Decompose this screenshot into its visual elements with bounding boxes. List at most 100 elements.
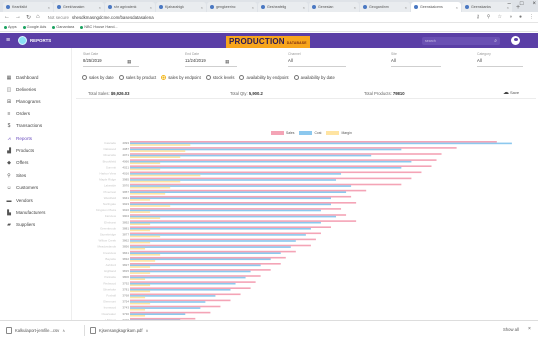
bar-cost[interactable]	[130, 252, 281, 254]
sidebar-item-deliveries[interactable]: ◫ Deliveries	[6, 85, 37, 94]
close-download-bar-icon[interactable]: ×	[528, 326, 531, 332]
bar-cost[interactable]	[130, 221, 321, 224]
bar-sales[interactable]	[130, 159, 437, 161]
bookmark-item[interactable]: NBC House Hand...	[80, 25, 118, 29]
bar-margin[interactable]	[130, 186, 171, 189]
bar-sales[interactable]	[130, 165, 432, 167]
bar-sales[interactable]	[130, 281, 256, 283]
browser-tab[interactable]: Geenskanks ×	[462, 2, 512, 12]
bar-margin[interactable]	[130, 315, 146, 317]
zoom-icon[interactable]: ⚲	[487, 14, 491, 20]
bookmark-item[interactable]: Apps	[4, 25, 17, 29]
bar-margin[interactable]	[130, 308, 146, 311]
close-tab-icon[interactable]: ×	[150, 5, 152, 10]
bar-margin[interactable]	[130, 302, 151, 305]
bar-margin[interactable]	[130, 205, 171, 207]
sidebar-item-orders[interactable]: ≡ Orders	[6, 109, 31, 118]
bar-margin[interactable]	[130, 284, 151, 287]
browser-tab[interactable]: gengkeerinc ×	[207, 2, 257, 12]
bar-margin[interactable]	[130, 241, 151, 244]
bar-cost[interactable]	[130, 215, 337, 218]
show-all-downloads[interactable]: Show all	[503, 327, 519, 332]
bar-sales[interactable]	[130, 195, 352, 198]
bar-cost[interactable]	[130, 240, 296, 242]
bar-cost[interactable]	[130, 197, 331, 200]
sidebar-item-transactions[interactable]: $ Transactions	[6, 121, 43, 130]
extension-icon[interactable]: ◑	[509, 14, 512, 20]
download-item-2[interactable]: Kjsensangkagrikam.pdf ∧	[90, 327, 148, 334]
bar-margin[interactable]	[130, 229, 151, 232]
bar-sales[interactable]	[130, 287, 251, 289]
maximize-icon[interactable]: □	[520, 1, 524, 7]
bar-sales[interactable]	[130, 311, 211, 314]
minimize-icon[interactable]: –	[508, 1, 511, 7]
bar-cost[interactable]	[130, 258, 271, 261]
bookmark-item[interactable]: Ganantara	[52, 25, 74, 29]
bar-cost[interactable]	[130, 307, 201, 309]
bar-sales[interactable]	[130, 256, 286, 259]
bar-margin[interactable]	[130, 211, 151, 213]
bar-cost[interactable]	[130, 313, 186, 315]
bar-sales[interactable]	[130, 202, 357, 204]
bar-sales[interactable]	[130, 238, 316, 241]
browser-tab[interactable]: Kjaharahigk ×	[156, 2, 206, 12]
bar-cost[interactable]	[130, 142, 512, 145]
bar-sales[interactable]	[130, 153, 442, 155]
bar-margin[interactable]	[130, 266, 151, 268]
bar-margin[interactable]	[130, 223, 151, 226]
bar-sales[interactable]	[130, 226, 331, 228]
bar-cost[interactable]	[130, 173, 342, 175]
bar-margin[interactable]	[130, 199, 151, 201]
bar-cost[interactable]	[130, 167, 402, 169]
bar-sales[interactable]	[130, 177, 412, 180]
bar-margin[interactable]	[130, 168, 161, 171]
user-avatar-icon[interactable]	[511, 36, 520, 45]
bar-cost[interactable]	[130, 185, 352, 187]
bar-sales[interactable]	[130, 214, 347, 216]
menu-dots-icon[interactable]: ⋮	[529, 14, 534, 20]
download-item-1[interactable]: Kalkulaport-jemfile...csv ∧	[6, 327, 65, 334]
hamburger-menu-icon[interactable]: ≡	[6, 37, 10, 44]
bar-cost[interactable]	[130, 234, 306, 236]
close-icon[interactable]: ×	[532, 1, 536, 7]
close-tab-icon[interactable]: ×	[99, 5, 101, 10]
profile-icon[interactable]: ●	[519, 14, 522, 20]
chevron-up-icon[interactable]: ∧	[62, 328, 65, 333]
bar-sales[interactable]	[130, 244, 311, 247]
bar-margin[interactable]	[130, 290, 151, 293]
bar-sales[interactable]	[130, 299, 231, 302]
bar-cost[interactable]	[130, 228, 311, 230]
sidebar-item-products[interactable]: ▟ Products	[6, 146, 34, 155]
browser-tab[interactable]: Kearifalkt ×	[3, 2, 53, 12]
bar-cost[interactable]	[130, 203, 331, 206]
forward-icon[interactable]: →	[15, 14, 21, 20]
bar-sales[interactable]	[130, 189, 367, 192]
browser-tab[interactable]: Gesheafelig ×	[258, 2, 308, 12]
bar-cost[interactable]	[130, 246, 291, 248]
bar-sales[interactable]	[130, 141, 497, 143]
bar-sales[interactable]	[130, 275, 261, 277]
bar-cost[interactable]	[130, 148, 402, 151]
sidebar-item-manufacturers[interactable]: ▙ Manufacturers	[6, 208, 45, 217]
bar-margin[interactable]	[130, 260, 156, 262]
bar-margin[interactable]	[130, 235, 161, 238]
sidebar-item-offers[interactable]: ◆ Offers	[6, 158, 28, 167]
bar-margin[interactable]	[130, 217, 161, 219]
bar-cost[interactable]	[130, 282, 236, 285]
bar-cost[interactable]	[130, 270, 251, 273]
bar-cost[interactable]	[130, 209, 321, 212]
bar-margin[interactable]	[130, 180, 181, 183]
browser-tab[interactable]: shr agrivalenk ×	[105, 2, 155, 12]
bar-margin[interactable]	[130, 144, 191, 146]
sidebar-item-reports[interactable]: ⩘ Reports	[6, 134, 33, 143]
bar-sales[interactable]	[130, 232, 321, 235]
bar-margin[interactable]	[130, 174, 201, 177]
bar-cost[interactable]	[130, 264, 261, 267]
bar-margin[interactable]	[130, 156, 181, 158]
sidebar-item-dashboard[interactable]: ▦ Dashboard	[6, 73, 39, 82]
sidebar-item-customers[interactable]: ☺ Customers	[6, 183, 38, 192]
search-icon[interactable]: ⌕	[494, 38, 497, 44]
close-tab-icon[interactable]: ×	[252, 5, 254, 10]
bar-sales[interactable]	[130, 171, 422, 174]
bar-cost[interactable]	[130, 160, 412, 163]
